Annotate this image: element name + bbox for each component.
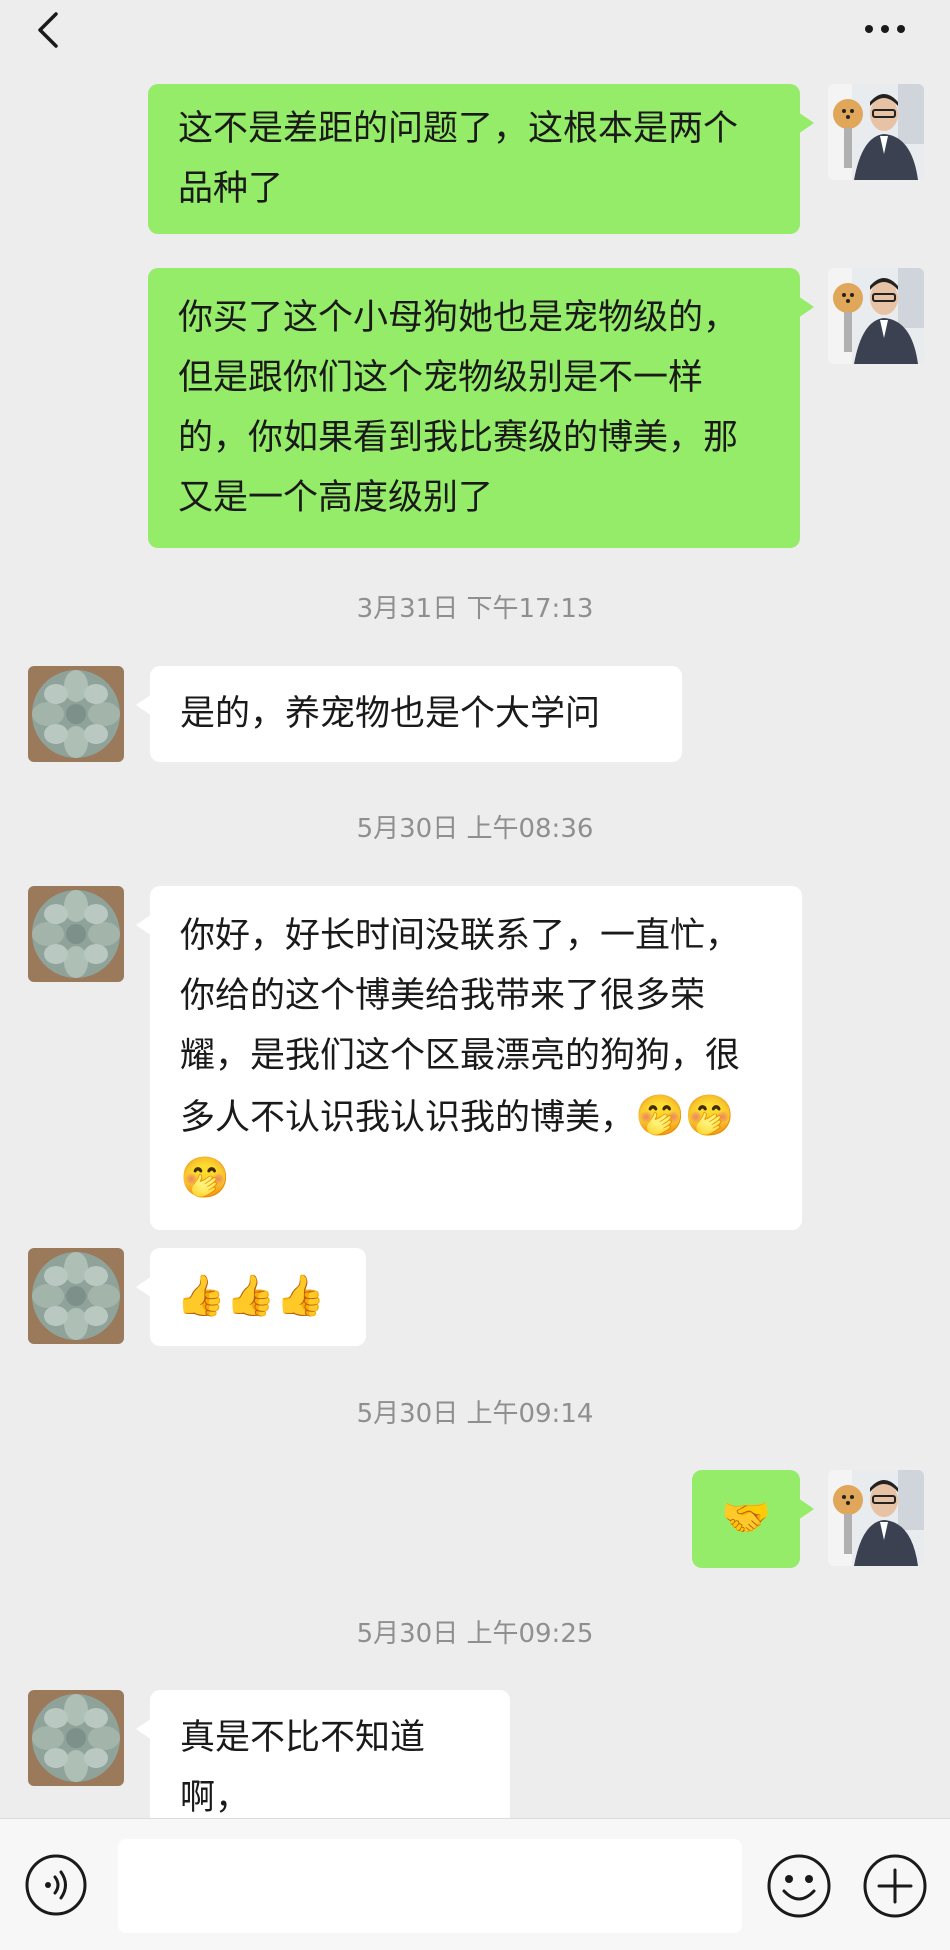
smiley-icon xyxy=(767,1854,831,1918)
emoji-button[interactable] xyxy=(766,1853,832,1919)
my-avatar[interactable] xyxy=(828,84,924,180)
man-with-dog-avatar xyxy=(828,1470,924,1566)
succulent-plant-avatar xyxy=(28,886,124,982)
contact-avatar[interactable] xyxy=(28,1690,124,1786)
succulent-plant-avatar xyxy=(28,1248,124,1344)
contact-avatar[interactable] xyxy=(28,666,124,762)
thumbs-up-emoji: 👍👍👍 xyxy=(176,1273,326,1319)
voice-button[interactable] xyxy=(24,1853,88,1917)
voice-icon xyxy=(25,1854,87,1916)
message-bubble-incoming[interactable]: 是的，养宠物也是个大学问 xyxy=(136,666,682,762)
my-avatar[interactable] xyxy=(828,268,924,364)
chat-input-bar xyxy=(0,1818,950,1950)
chat-header xyxy=(0,0,950,64)
more-button[interactable] xyxy=(860,14,910,44)
my-avatar[interactable] xyxy=(828,1470,924,1566)
message-bubble-incoming[interactable]: 👍👍👍 xyxy=(136,1248,366,1346)
man-with-dog-avatar xyxy=(828,268,924,364)
man-with-dog-avatar xyxy=(828,84,924,180)
more-actions-button[interactable] xyxy=(862,1853,928,1919)
message-timestamp: 5月30日 上午09:25 xyxy=(356,1619,594,1649)
chevron-left-icon xyxy=(38,12,58,48)
contact-avatar[interactable] xyxy=(28,1248,124,1344)
message-bubble-outgoing[interactable]: 🤝 xyxy=(692,1470,814,1568)
succulent-plant-avatar xyxy=(28,666,124,762)
chat-screen: 这不是差距的问题了，这根本是两个品种了 你买了这个小母狗她也是宠物级的，但是跟你… xyxy=(0,0,950,1950)
message-timestamp: 5月30日 上午09:14 xyxy=(356,1399,594,1429)
message-bubble-outgoing[interactable]: 这不是差距的问题了，这根本是两个品种了 xyxy=(148,84,814,234)
plus-icon xyxy=(863,1854,927,1918)
message-bubble-incoming[interactable]: 你好，好长时间没联系了，一直忙，你给的这个博美给我带来了很多荣耀，是我们这个区最… xyxy=(136,886,802,1230)
back-button[interactable] xyxy=(28,6,68,54)
message-bubble-outgoing[interactable]: 你买了这个小母狗她也是宠物级的，但是跟你们这个宠物级别是不一样的，你如果看到我比… xyxy=(148,268,814,548)
handshake-emoji: 🤝 xyxy=(721,1495,771,1541)
contact-avatar[interactable] xyxy=(28,886,124,982)
succulent-plant-avatar xyxy=(28,1690,124,1786)
ellipsis-icon xyxy=(865,25,905,33)
message-input[interactable] xyxy=(118,1839,742,1933)
message-timestamp: 3月31日 下午17:13 xyxy=(356,594,594,624)
message-timestamp: 5月30日 上午08:36 xyxy=(356,814,594,844)
